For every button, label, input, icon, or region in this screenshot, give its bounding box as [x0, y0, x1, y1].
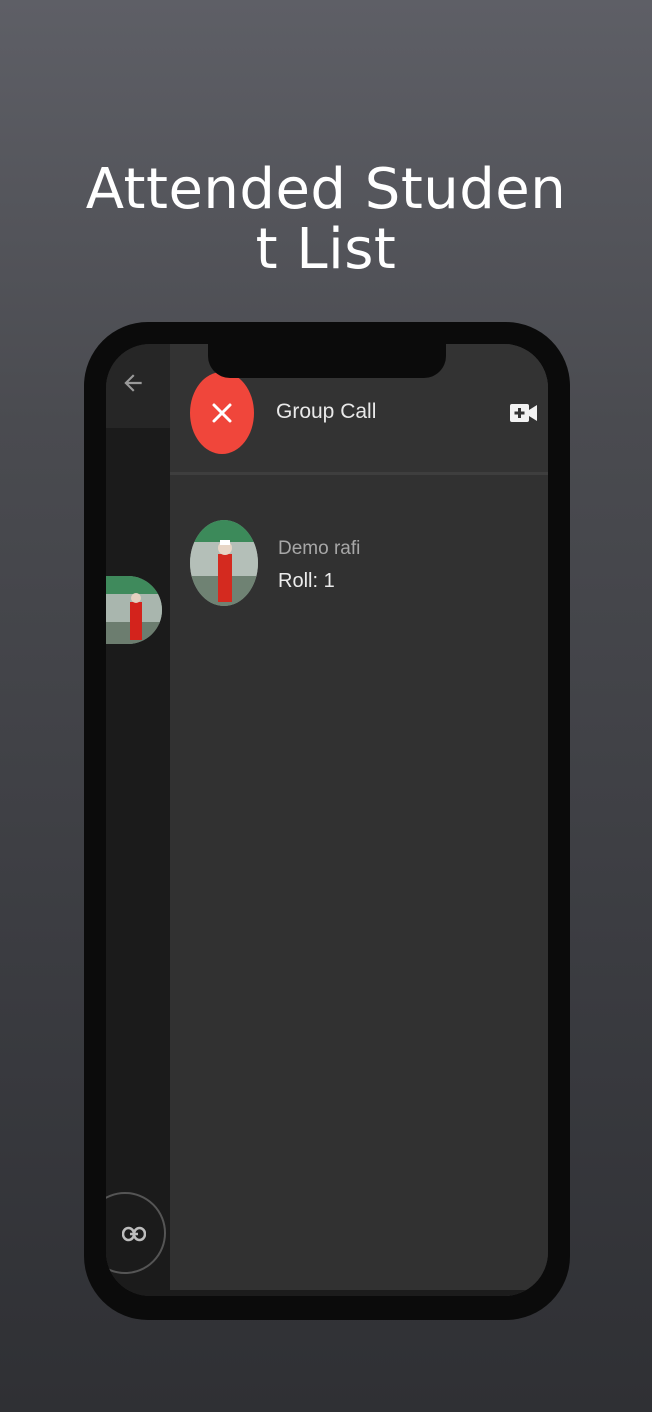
- arrow-left-icon[interactable]: [120, 370, 146, 396]
- student-roll: Roll: 1: [278, 570, 335, 592]
- link-icon: [122, 1226, 146, 1242]
- avatar: [106, 576, 162, 644]
- phone-notch: [208, 344, 446, 378]
- close-icon: [212, 403, 232, 423]
- page-title: Group Call: [276, 400, 377, 423]
- bottom-edge: [106, 1290, 548, 1296]
- headline-line-1: Attended Studen: [85, 157, 567, 222]
- video-call-icon[interactable]: [510, 402, 538, 424]
- phone-frame: Group Call Demo rafi Roll: 1: [84, 322, 570, 1320]
- background-screen: [106, 344, 170, 1296]
- headline-line-2: t List: [255, 217, 397, 282]
- avatar: [190, 520, 258, 606]
- list-item[interactable]: Demo rafi Roll: 1: [170, 520, 548, 612]
- close-button[interactable]: [190, 372, 254, 454]
- student-name: Demo rafi: [278, 538, 361, 559]
- group-call-panel: Group Call Demo rafi Roll: 1: [170, 344, 548, 1296]
- link-button[interactable]: [106, 1192, 166, 1274]
- phone-screen: Group Call Demo rafi Roll: 1: [106, 344, 548, 1296]
- page-headline: Attended Studen t List: [0, 160, 652, 280]
